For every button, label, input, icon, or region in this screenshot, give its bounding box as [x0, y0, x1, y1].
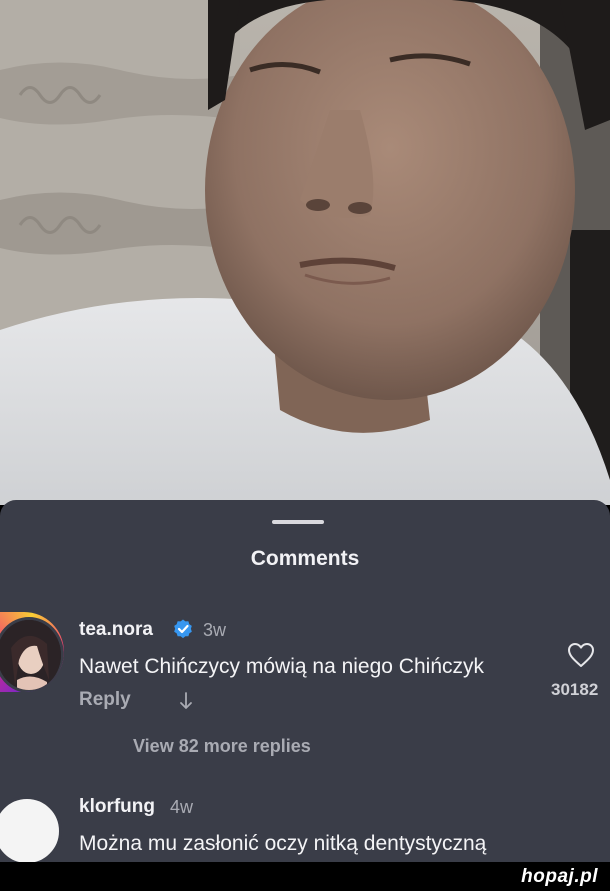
- arrow-down-icon[interactable]: [178, 691, 194, 711]
- reply-button[interactable]: Reply: [79, 689, 131, 711]
- avatar[interactable]: [0, 796, 62, 866]
- footer-bar: hopaj.pl: [0, 862, 610, 891]
- meme-photo: [0, 0, 610, 505]
- avatar-image: [0, 617, 64, 692]
- heart-outline-icon[interactable]: [567, 642, 595, 668]
- view-more-replies-button[interactable]: View 82 more replies: [133, 736, 311, 757]
- comment-username[interactable]: klorfung: [79, 796, 155, 818]
- comment-time: 4w: [170, 797, 194, 817]
- comment-username[interactable]: tea.nora: [79, 619, 153, 641]
- comment-text: Można mu zasłonić oczy nitką dentystyczn…: [79, 832, 487, 855]
- drag-handle[interactable]: [272, 520, 324, 524]
- comments-sheet: Comments tea.nora 3w Nawet Chińczycy mów…: [0, 500, 610, 866]
- person-photo: [0, 0, 610, 505]
- verified-badge-icon: [174, 619, 192, 639]
- comment-time: 3w: [203, 620, 227, 640]
- like-count: 30182: [551, 680, 599, 699]
- comment-text: Nawet Chińczycy mówią na niego Chińczyk: [79, 655, 484, 678]
- watermark: hopaj.pl: [521, 866, 598, 887]
- sheet-title: Comments: [250, 547, 360, 570]
- avatar[interactable]: [0, 612, 64, 692]
